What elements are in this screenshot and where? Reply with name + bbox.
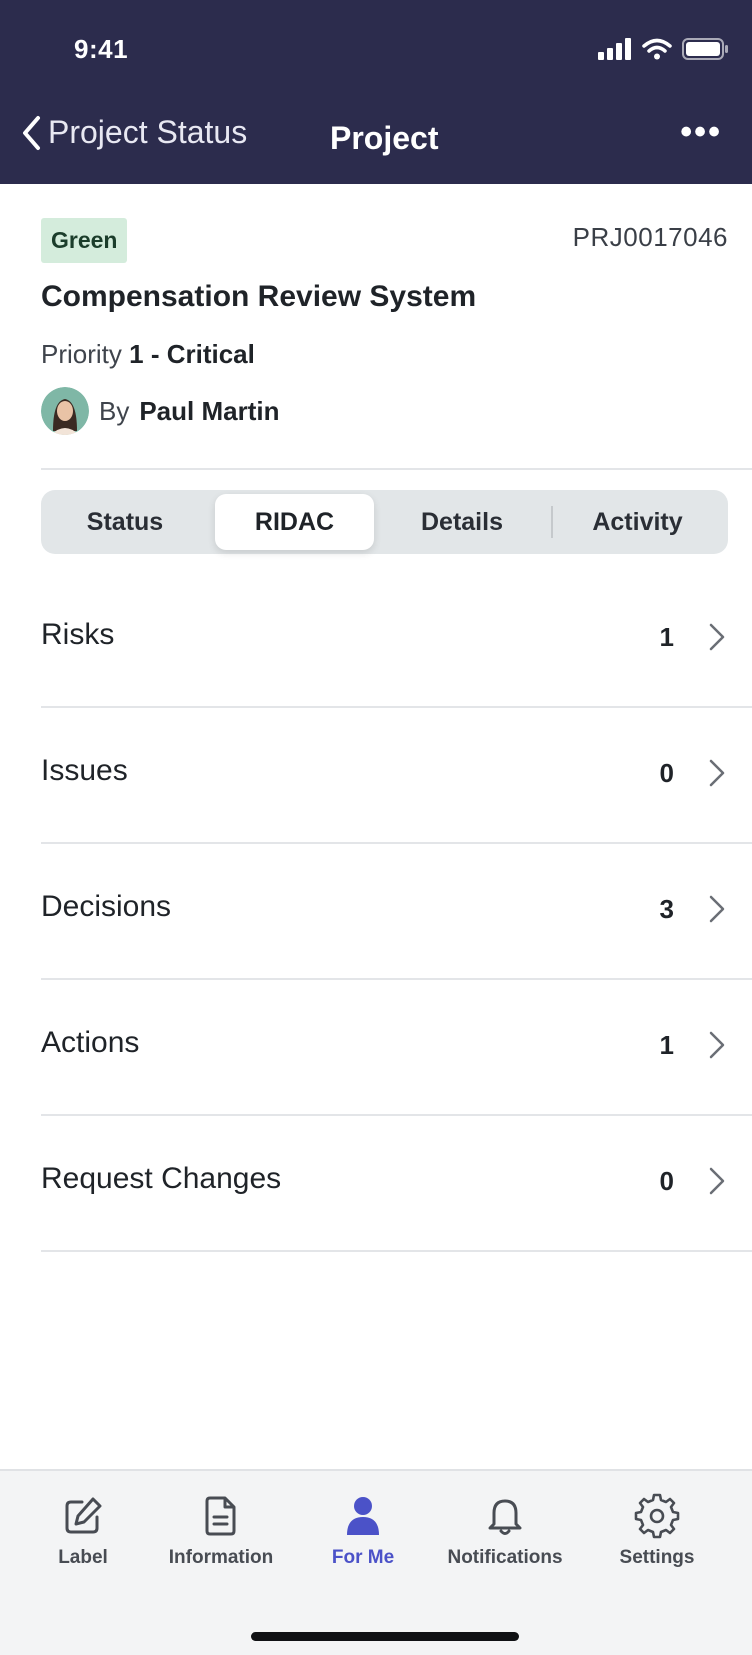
gear-icon bbox=[634, 1493, 680, 1539]
chevron-right-icon bbox=[709, 1167, 725, 1195]
segmented-tabs: Status RIDAC Details Activity bbox=[41, 490, 728, 554]
priority-label: Priority bbox=[41, 339, 122, 369]
project-card: Green PRJ0017046 Compensation Review Sys… bbox=[0, 184, 752, 470]
list-item-count: 1 bbox=[659, 622, 674, 652]
chevron-right-icon bbox=[709, 623, 725, 651]
tab-for-me[interactable]: For Me bbox=[288, 1493, 438, 1569]
project-name: Compensation Review System bbox=[41, 280, 477, 313]
priority-value: 1 - Critical bbox=[129, 339, 255, 369]
divider bbox=[41, 468, 752, 470]
battery-icon bbox=[682, 38, 728, 60]
status-bar: 9:41 bbox=[0, 0, 752, 100]
tab-details[interactable]: Details bbox=[381, 490, 543, 554]
more-options-icon[interactable]: ••• bbox=[680, 115, 722, 149]
wifi-icon bbox=[642, 38, 672, 60]
bottom-tab-bar: Label Information For Me Notifications S… bbox=[0, 1469, 752, 1655]
list-item-label: Issues bbox=[41, 754, 128, 787]
list-item-label: Risks bbox=[41, 618, 115, 651]
list-item-actions[interactable]: Actions 1 bbox=[0, 980, 752, 1116]
project-owner: By Paul Martin bbox=[41, 387, 279, 435]
tab-settings[interactable]: Settings bbox=[582, 1493, 732, 1569]
status-time: 9:41 bbox=[74, 34, 129, 64]
list-item-label: Decisions bbox=[41, 890, 172, 923]
status-icons bbox=[598, 38, 728, 60]
list-item-count: 0 bbox=[659, 758, 674, 788]
chevron-right-icon bbox=[709, 759, 725, 787]
tab-label[interactable]: Label bbox=[8, 1493, 158, 1569]
person-icon bbox=[347, 1497, 379, 1535]
tab-label-text: Label bbox=[58, 1547, 108, 1568]
divider bbox=[41, 1250, 752, 1252]
chevron-right-icon bbox=[709, 1031, 725, 1059]
avatar bbox=[41, 387, 89, 435]
app-screen: 9:41 Project Status Project ••• Green PR… bbox=[0, 0, 752, 1655]
tab-label-text: Information bbox=[168, 1547, 274, 1568]
tab-label-text: Notifications bbox=[447, 1547, 563, 1568]
list-item-risks[interactable]: Risks 1 bbox=[0, 572, 752, 708]
list-item-decisions[interactable]: Decisions 3 bbox=[0, 844, 752, 980]
tab-label-text: Settings bbox=[619, 1547, 695, 1568]
list-item-label: Actions bbox=[41, 1026, 140, 1059]
list-item-count: 0 bbox=[659, 1166, 674, 1196]
tab-information[interactable]: Information bbox=[146, 1493, 296, 1569]
status-badge: Green bbox=[41, 218, 128, 263]
back-label: Project Status bbox=[48, 114, 248, 150]
list-item-issues[interactable]: Issues 0 bbox=[0, 708, 752, 844]
list-item-count: 1 bbox=[659, 1030, 674, 1060]
tab-label-text: For Me bbox=[331, 1547, 395, 1568]
header: 9:41 Project Status Project ••• bbox=[0, 0, 752, 184]
document-icon bbox=[205, 1496, 236, 1536]
back-button[interactable]: Project Status bbox=[20, 114, 247, 151]
tab-ridac[interactable]: RIDAC bbox=[215, 494, 374, 550]
list-item-request-changes[interactable]: Request Changes 0 bbox=[0, 1116, 752, 1252]
list-item-label: Request Changes bbox=[41, 1162, 282, 1195]
segment-separator bbox=[551, 506, 553, 538]
edit-icon bbox=[65, 1497, 102, 1534]
home-indicator bbox=[251, 1632, 519, 1641]
nav-bar: Project Status Project ••• bbox=[0, 100, 752, 184]
by-label: By bbox=[99, 395, 130, 426]
tab-status[interactable]: Status bbox=[49, 490, 201, 554]
project-id: PRJ0017046 bbox=[572, 222, 728, 252]
tab-notifications[interactable]: Notifications bbox=[430, 1493, 580, 1569]
ridac-list: Risks 1 Issues 0 Decisions 3 Actions 1 R… bbox=[0, 572, 752, 1252]
chevron-left-icon bbox=[23, 115, 40, 150]
owner-name: Paul Martin bbox=[139, 395, 280, 426]
priority: Priority 1 - Critical bbox=[41, 339, 255, 370]
chevron-right-icon bbox=[709, 895, 725, 923]
signal-icon bbox=[598, 38, 631, 60]
list-item-count: 3 bbox=[659, 894, 674, 924]
bell-icon bbox=[488, 1499, 522, 1535]
page-title: Project bbox=[330, 120, 439, 156]
tab-activity[interactable]: Activity bbox=[555, 490, 720, 554]
